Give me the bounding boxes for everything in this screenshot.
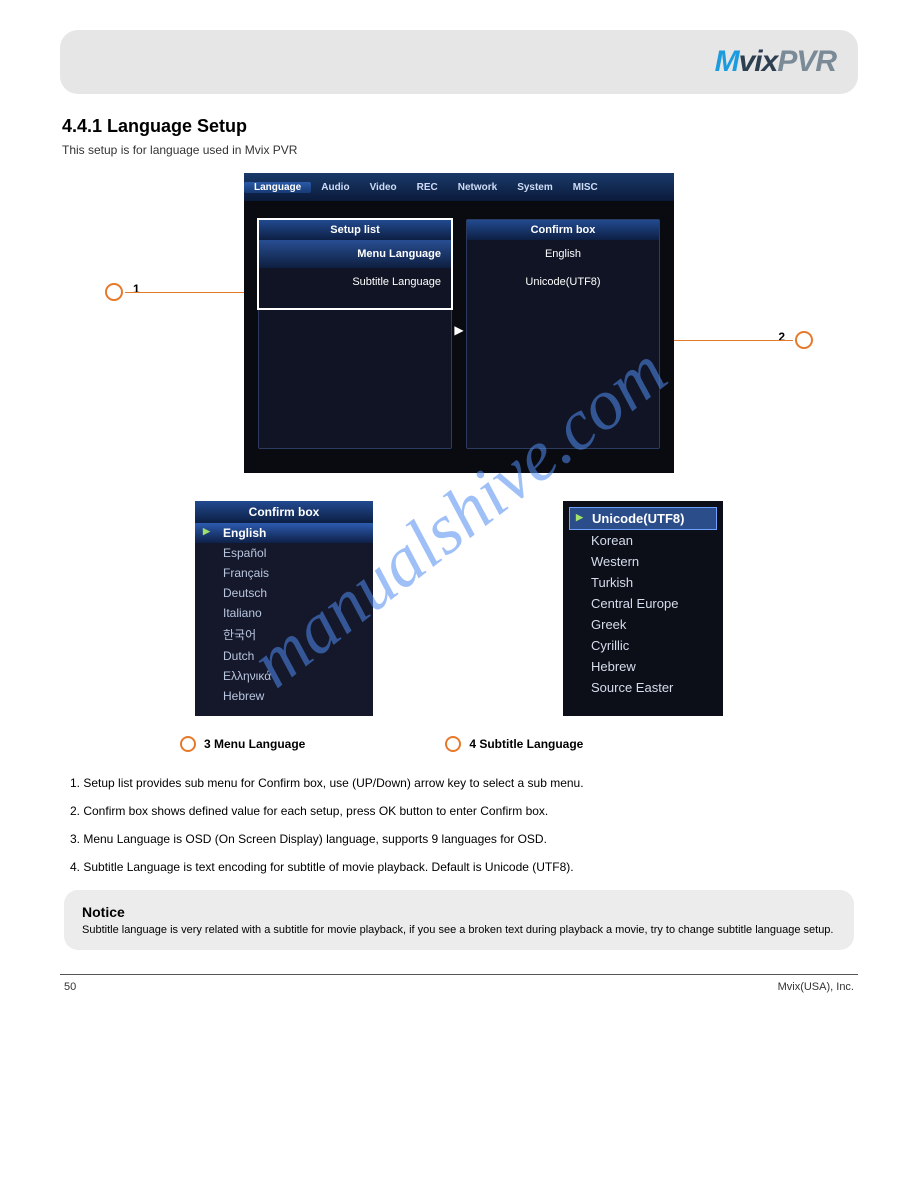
setup-list-title: Setup list <box>259 220 451 240</box>
annotation-circle-1 <box>105 283 123 301</box>
instruction-1: 1. Setup list provides sub menu for Conf… <box>70 774 848 792</box>
tab-audio[interactable]: Audio <box>311 182 359 193</box>
lang-item-dutch[interactable]: Dutch <box>195 646 373 666</box>
tab-misc[interactable]: MISC <box>563 182 608 193</box>
tab-system[interactable]: System <box>507 182 563 193</box>
annotation-circle-2 <box>795 331 813 349</box>
enc-item-sourceeaster[interactable]: Source Easter <box>569 677 717 698</box>
page-footer: 50 Mvix(USA), Inc. <box>60 981 858 993</box>
instruction-text: 1. Setup list provides sub menu for Conf… <box>70 774 848 876</box>
settings-tabs: Language Audio Video REC Network System … <box>244 173 674 201</box>
setup-list-panel: Setup list Menu Language Subtitle Langua… <box>258 219 452 449</box>
enc-item-centraleurope[interactable]: Central Europe <box>569 593 717 614</box>
setup-item-menu-language[interactable]: Menu Language <box>259 240 451 268</box>
main-screenshot-wrap: 1 2 Language Audio Video REC Network Sys… <box>109 173 809 473</box>
logo-m: M <box>715 45 739 78</box>
enc-item-cyrillic[interactable]: Cyrillic <box>569 635 717 656</box>
footer-company: Mvix(USA), Inc. <box>778 981 854 993</box>
lower-annotation-labels: 3 Menu Language 4 Subtitle Language <box>60 736 858 752</box>
tab-language[interactable]: Language <box>244 182 311 193</box>
section-subtitle: This setup is for language used in Mvix … <box>62 143 858 157</box>
lang-item-francais[interactable]: Français <box>195 563 373 583</box>
annotation-text-3: 3 Menu Language <box>204 737 305 751</box>
enc-item-korean[interactable]: Korean <box>569 530 717 551</box>
confirm-value-unicode: Unicode(UTF8) <box>467 268 659 296</box>
enc-item-western[interactable]: Western <box>569 551 717 572</box>
notice-title: Notice <box>82 904 836 920</box>
annotation-label-1: 1 <box>133 282 140 296</box>
confirm-value-english: English <box>467 240 659 268</box>
enc-item-hebrew[interactable]: Hebrew <box>569 656 717 677</box>
confirm-box-panel: Confirm box English Unicode(UTF8) <box>466 219 660 449</box>
instruction-3: 3. Menu Language is OSD (On Screen Displ… <box>70 830 848 848</box>
enc-item-unicode[interactable]: Unicode(UTF8) <box>569 507 717 530</box>
menu-language-list-screenshot: Confirm box English Español Français Deu… <box>195 501 373 716</box>
annotation-circle-4 <box>445 736 461 752</box>
tab-rec[interactable]: REC <box>407 182 448 193</box>
product-logo: MvixPVR <box>715 45 836 79</box>
lang-item-italiano[interactable]: Italiano <box>195 603 373 623</box>
annotation-text-4: 4 Subtitle Language <box>469 737 583 751</box>
confirm-box-title: Confirm box <box>467 220 659 240</box>
annotation-circle-3 <box>180 736 196 752</box>
lang-item-greek[interactable]: Ελληνικά <box>195 666 373 686</box>
lang-item-hebrew[interactable]: Hebrew <box>195 686 373 706</box>
annotation-line-1 <box>125 292 255 293</box>
manual-page: manualshive.com MvixPVR 4.4.1 Language S… <box>0 0 918 1033</box>
lang-item-espanol[interactable]: Español <box>195 543 373 563</box>
confirm-box-title-2: Confirm box <box>195 501 373 523</box>
annotation-label-2: 2 <box>778 330 785 344</box>
setup-item-subtitle-language[interactable]: Subtitle Language <box>259 268 451 296</box>
notice-body: Subtitle language is very related with a… <box>82 924 836 936</box>
settings-screenshot: Language Audio Video REC Network System … <box>244 173 674 473</box>
enc-item-turkish[interactable]: Turkish <box>569 572 717 593</box>
subtitle-language-list-screenshot: Unicode(UTF8) Korean Western Turkish Cen… <box>563 501 723 716</box>
lang-item-deutsch[interactable]: Deutsch <box>195 583 373 603</box>
tab-video[interactable]: Video <box>360 182 407 193</box>
tab-network[interactable]: Network <box>448 182 507 193</box>
annotation-4: 4 Subtitle Language <box>445 736 583 752</box>
lower-screenshots: Confirm box English Español Français Deu… <box>60 501 858 716</box>
footer-divider <box>60 974 858 975</box>
page-number: 50 <box>64 981 76 993</box>
lang-item-english[interactable]: English <box>195 523 373 543</box>
instruction-4: 4. Subtitle Language is text encoding fo… <box>70 858 848 876</box>
section-title: 4.4.1 Language Setup <box>62 116 858 137</box>
arrow-right-icon: ▶ <box>454 323 463 337</box>
instruction-2: 2. Confirm box shows defined value for e… <box>70 802 848 820</box>
logo-vix: vix <box>739 45 778 78</box>
logo-pvr: PVR <box>777 45 836 78</box>
annotation-3: 3 Menu Language <box>180 736 305 752</box>
enc-item-greek[interactable]: Greek <box>569 614 717 635</box>
notice-box: Notice Subtitle language is very related… <box>64 890 854 950</box>
lang-item-korean[interactable]: 한국어 <box>195 623 373 646</box>
header-bar: MvixPVR <box>60 30 858 94</box>
